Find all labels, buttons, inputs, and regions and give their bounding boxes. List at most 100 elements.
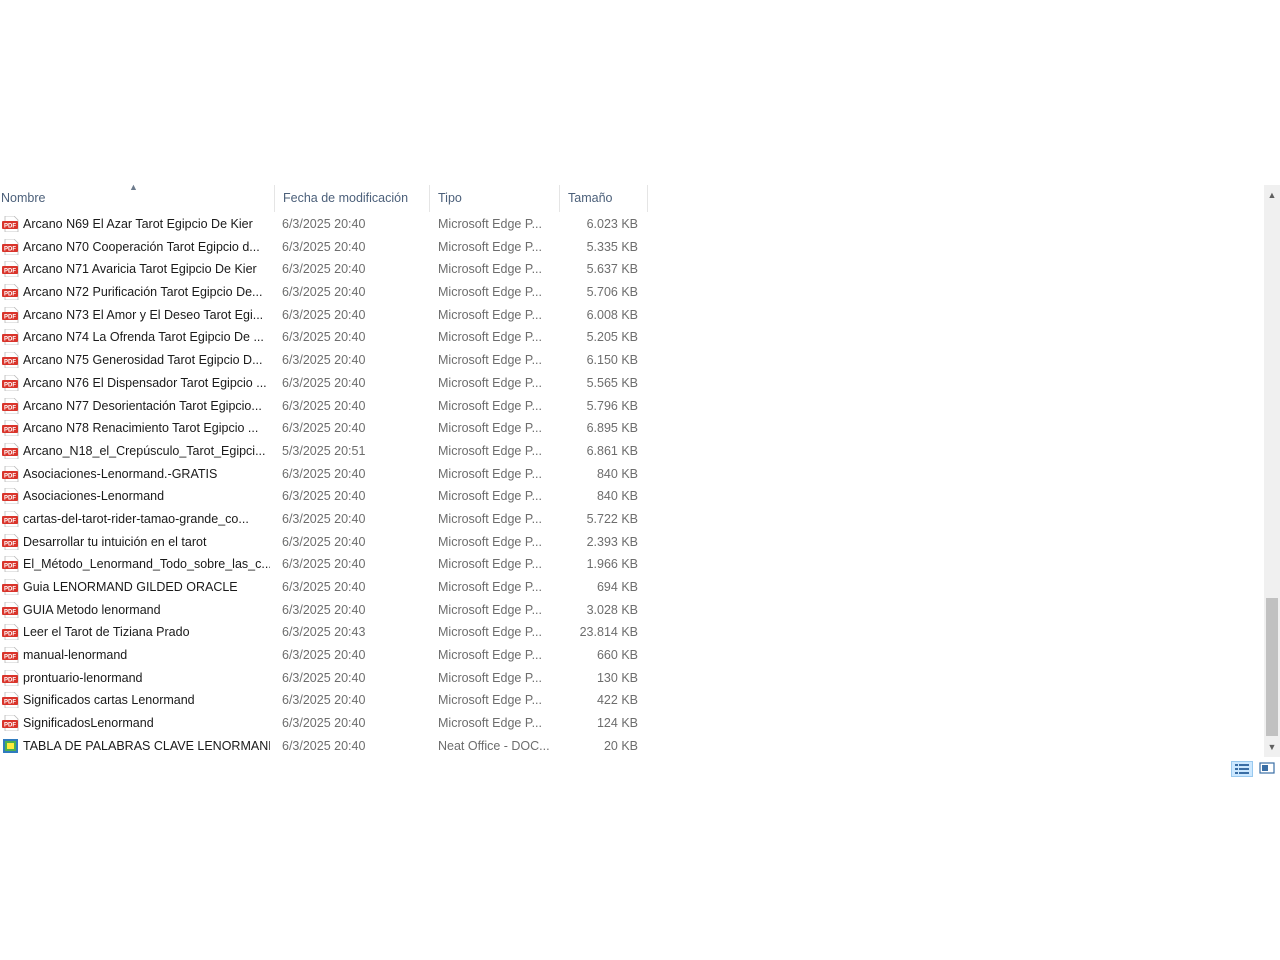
file-row[interactable]: PDF Desarrollar tu intuición en el tarot… bbox=[0, 531, 648, 554]
svg-text:PDF: PDF bbox=[4, 723, 16, 729]
file-size: 422 KB bbox=[596, 693, 638, 708]
svg-text:PDF: PDF bbox=[4, 405, 16, 411]
file-type: Microsoft Edge P... bbox=[438, 443, 542, 458]
file-type: Microsoft Edge P... bbox=[438, 648, 542, 663]
file-icon-cell: PDF bbox=[1, 417, 19, 440]
file-name[interactable]: Asociaciones-Lenormand.-GRATIS bbox=[23, 463, 270, 486]
file-row[interactable]: PDF Arcano N77 Desorientación Tarot Egip… bbox=[0, 395, 648, 418]
scroll-up-arrow-icon[interactable]: ▲ bbox=[1264, 187, 1280, 203]
file-row[interactable]: PDF cartas-del-tarot-rider-tamao-grande_… bbox=[0, 508, 648, 531]
file-row[interactable]: PDF Arcano N73 El Amor y El Deseo Tarot … bbox=[0, 304, 648, 327]
pdf-file-icon: PDF bbox=[2, 329, 19, 346]
svg-text:PDF: PDF bbox=[4, 269, 16, 275]
file-row[interactable]: PDF Arcano N75 Generosidad Tarot Egipcio… bbox=[0, 349, 648, 372]
file-name[interactable]: Arcano N69 El Azar Tarot Egipcio De Kier bbox=[23, 213, 270, 236]
file-row[interactable]: PDF prontuario-lenormand 6/3/2025 20:40 … bbox=[0, 667, 648, 690]
file-name[interactable]: cartas-del-tarot-rider-tamao-grande_co..… bbox=[23, 508, 270, 531]
file-name[interactable]: Guia LENORMAND GILDED ORACLE bbox=[23, 576, 270, 599]
file-size: 694 KB bbox=[596, 580, 638, 594]
file-name[interactable]: Arcano N75 Generosidad Tarot Egipcio D..… bbox=[23, 349, 270, 372]
file-name[interactable]: Arcano N73 El Amor y El Deseo Tarot Egi.… bbox=[23, 304, 270, 327]
file-name[interactable]: Arcano N70 Cooperación Tarot Egipcio d..… bbox=[23, 236, 270, 259]
file-type: Microsoft Edge P... bbox=[438, 285, 542, 300]
svg-text:PDF: PDF bbox=[4, 677, 16, 683]
file-row[interactable]: PDF El_Método_Lenormand_Todo_sobre_las_c… bbox=[0, 553, 648, 576]
file-name[interactable]: TABLA DE PALABRAS CLAVE LENORMAND bbox=[23, 735, 270, 758]
file-name[interactable]: Arcano N78 Renacimiento Tarot Egipcio ..… bbox=[23, 417, 270, 440]
details-view-button[interactable] bbox=[1231, 761, 1253, 777]
file-size: 6.150 KB bbox=[586, 353, 638, 368]
document-file-icon bbox=[3, 738, 18, 753]
file-row[interactable]: PDF Arcano N70 Cooperación Tarot Egipcio… bbox=[0, 236, 648, 259]
file-row[interactable]: PDF Arcano N76 El Dispensador Tarot Egip… bbox=[0, 372, 648, 395]
file-size: 6.861 KB bbox=[586, 443, 638, 458]
column-header-type-label: Tipo bbox=[438, 191, 462, 205]
file-name[interactable]: SignificadosLenormand bbox=[23, 712, 270, 735]
file-icon-cell: PDF bbox=[1, 213, 19, 236]
file-name[interactable]: Asociaciones-Lenormand bbox=[23, 485, 270, 508]
column-header-date[interactable]: Fecha de modificación bbox=[275, 185, 430, 212]
file-row[interactable]: PDF Arcano N71 Avaricia Tarot Egipcio De… bbox=[0, 258, 648, 281]
svg-text:PDF: PDF bbox=[4, 632, 16, 638]
pdf-file-icon: PDF bbox=[2, 601, 19, 618]
file-icon-cell: PDF bbox=[1, 508, 19, 531]
pdf-file-icon: PDF bbox=[2, 284, 19, 301]
scroll-down-arrow-icon[interactable]: ▼ bbox=[1264, 739, 1280, 755]
file-type: Microsoft Edge P... bbox=[438, 217, 542, 231]
file-row[interactable]: PDF manual-lenormand 6/3/2025 20:40 Micr… bbox=[0, 644, 648, 667]
column-header-type[interactable]: Tipo bbox=[430, 185, 560, 212]
file-row[interactable]: TABLA DE PALABRAS CLAVE LENORMAND 6/3/20… bbox=[0, 735, 648, 758]
pdf-file-icon: PDF bbox=[2, 715, 19, 732]
file-row[interactable]: PDF Asociaciones-Lenormand 6/3/2025 20:4… bbox=[0, 485, 648, 508]
column-header-row: Nombre ▲ Fecha de modificación Tipo Tama… bbox=[0, 182, 648, 212]
column-header-size[interactable]: Tamaño bbox=[560, 185, 648, 212]
pdf-file-icon: PDF bbox=[2, 261, 19, 278]
file-name[interactable]: manual-lenormand bbox=[23, 644, 270, 667]
file-date-modified: 6/3/2025 20:40 bbox=[282, 716, 366, 731]
svg-text:PDF: PDF bbox=[4, 564, 16, 570]
scroll-thumb[interactable] bbox=[1266, 598, 1278, 736]
column-divider[interactable] bbox=[647, 185, 648, 212]
file-row[interactable]: PDF Leer el Tarot de Tiziana Prado 6/3/2… bbox=[0, 621, 648, 644]
file-name[interactable]: GUIA Metodo lenormand bbox=[23, 599, 270, 622]
vertical-scrollbar[interactable]: ▲ ▼ bbox=[1264, 185, 1280, 757]
file-row[interactable]: PDF Significados cartas Lenormand 6/3/20… bbox=[0, 689, 648, 712]
file-row[interactable]: PDF GUIA Metodo lenormand 6/3/2025 20:40… bbox=[0, 599, 648, 622]
column-header-name[interactable]: Nombre ▲ bbox=[0, 182, 275, 212]
large-icons-view-button[interactable] bbox=[1257, 761, 1279, 777]
file-row[interactable]: PDF Arcano N78 Renacimiento Tarot Egipci… bbox=[0, 417, 648, 440]
file-date-modified: 6/3/2025 20:40 bbox=[282, 602, 366, 617]
file-type: Microsoft Edge P... bbox=[438, 511, 542, 526]
file-name[interactable]: Desarrollar tu intuición en el tarot bbox=[23, 531, 270, 554]
svg-text:PDF: PDF bbox=[4, 473, 16, 479]
file-row[interactable]: PDF Guia LENORMAND GILDED ORACLE 6/3/202… bbox=[0, 576, 648, 599]
file-name[interactable]: Arcano N71 Avaricia Tarot Egipcio De Kie… bbox=[23, 258, 270, 281]
file-name[interactable]: Arcano N76 El Dispensador Tarot Egipcio … bbox=[23, 372, 270, 395]
file-icon-cell: PDF bbox=[1, 621, 19, 644]
pdf-file-icon: PDF bbox=[2, 556, 19, 573]
file-name[interactable]: Arcano N77 Desorientación Tarot Egipcio.… bbox=[23, 395, 270, 418]
file-row[interactable]: PDF Asociaciones-Lenormand.-GRATIS 6/3/2… bbox=[0, 463, 648, 486]
file-date-modified: 6/3/2025 20:40 bbox=[282, 285, 366, 300]
file-type: Microsoft Edge P... bbox=[438, 307, 542, 322]
file-name[interactable]: Leer el Tarot de Tiziana Prado bbox=[23, 621, 270, 644]
file-row[interactable]: PDF Arcano N74 La Ofrenda Tarot Egipcio … bbox=[0, 326, 648, 349]
file-name[interactable]: Arcano N74 La Ofrenda Tarot Egipcio De .… bbox=[23, 326, 270, 349]
file-type: Microsoft Edge P... bbox=[438, 534, 542, 549]
column-header-name-label: Nombre bbox=[1, 191, 46, 205]
file-name[interactable]: Significados cartas Lenormand bbox=[23, 689, 270, 712]
file-name[interactable]: prontuario-lenormand bbox=[23, 667, 270, 690]
file-row[interactable]: PDF Arcano N69 El Azar Tarot Egipcio De … bbox=[0, 213, 648, 236]
pdf-file-icon: PDF bbox=[2, 692, 19, 709]
file-row[interactable]: PDF Arcano_N18_el_Crepúsculo_Tarot_Egipc… bbox=[0, 440, 648, 463]
file-size: 1.966 KB bbox=[586, 557, 638, 572]
file-date-modified: 6/3/2025 20:40 bbox=[282, 217, 366, 231]
file-name[interactable]: El_Método_Lenormand_Todo_sobre_las_c... bbox=[23, 553, 270, 576]
file-date-modified: 6/3/2025 20:40 bbox=[282, 670, 366, 685]
pdf-file-icon: PDF bbox=[2, 579, 19, 595]
file-name[interactable]: Arcano_N18_el_Crepúsculo_Tarot_Egipci... bbox=[23, 440, 270, 463]
file-name[interactable]: Arcano N72 Purificación Tarot Egipcio De… bbox=[23, 281, 270, 304]
file-row[interactable]: PDF SignificadosLenormand 6/3/2025 20:40… bbox=[0, 712, 648, 735]
file-row[interactable]: PDF Arcano N72 Purificación Tarot Egipci… bbox=[0, 281, 648, 304]
file-date-modified: 6/3/2025 20:40 bbox=[282, 466, 366, 481]
